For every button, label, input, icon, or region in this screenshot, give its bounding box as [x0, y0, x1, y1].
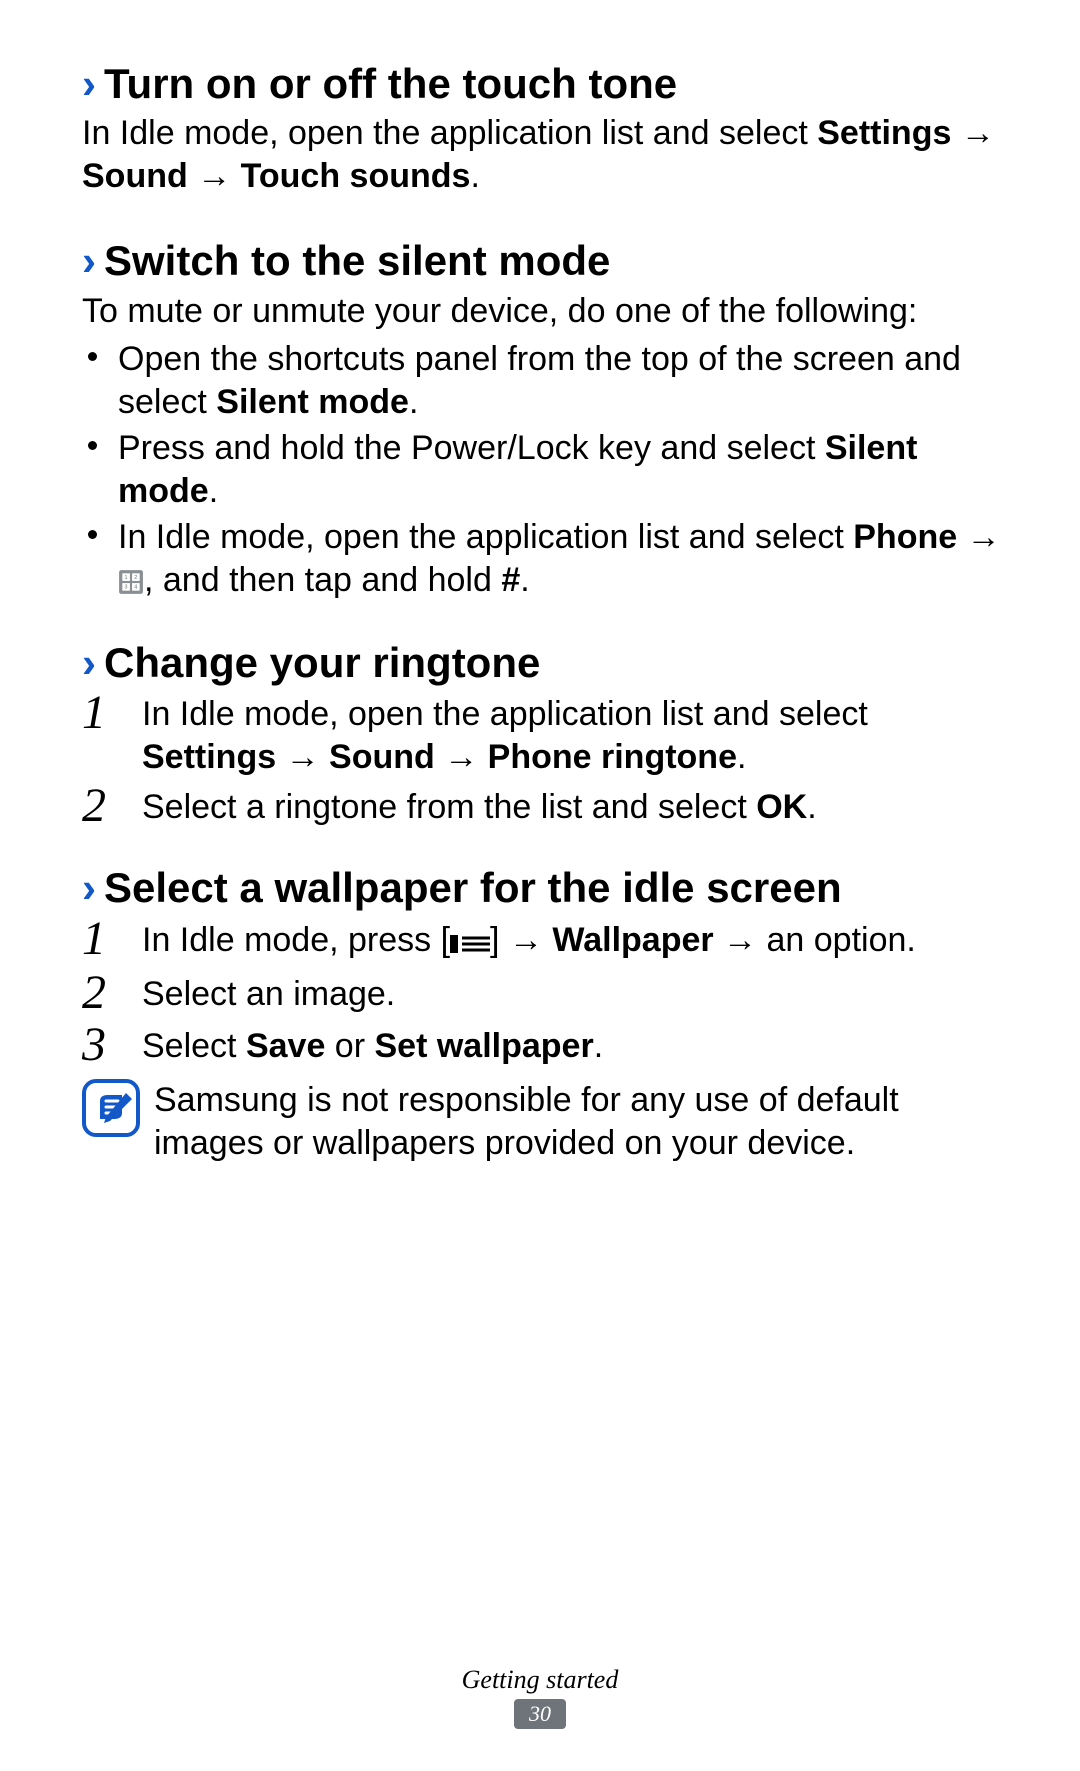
- heading-ringtone: › Change your ringtone: [82, 639, 1010, 687]
- text: Press and hold the Power/Lock key and se…: [118, 429, 825, 467]
- keypad-icon: 1234: [118, 563, 144, 606]
- silent-intro: To mute or unmute your device, do one of…: [82, 290, 1010, 333]
- step-row: 2 Select a ringtone from the list and se…: [82, 786, 1010, 830]
- chevron-right-icon: ›: [82, 867, 96, 909]
- text: .: [470, 157, 479, 195]
- step-row: 2 Select an image.: [82, 973, 1010, 1017]
- text: In Idle mode, open the application list …: [142, 695, 868, 733]
- note-icon: [82, 1079, 140, 1137]
- step-text: In Idle mode, open the application list …: [142, 693, 1010, 778]
- step-row: 1 In Idle mode, open the application lis…: [82, 693, 1010, 778]
- page-number-badge: 30: [514, 1699, 566, 1729]
- bullet-icon: [88, 441, 97, 450]
- heading-title: Switch to the silent mode: [104, 237, 610, 285]
- step-text: Select an image.: [142, 973, 1010, 1016]
- text-bold: Phone: [853, 518, 957, 556]
- text: →: [957, 518, 1000, 556]
- text-bold: Settings → Sound → Phone ringtone: [142, 738, 737, 776]
- page-footer: Getting started 30: [0, 1665, 1080, 1729]
- note-text: Samsung is not responsible for any use o…: [154, 1079, 1010, 1164]
- note-block: Samsung is not responsible for any use o…: [82, 1079, 1010, 1164]
- text-bold: Silent mode: [216, 383, 409, 421]
- step-number: 2: [82, 782, 142, 830]
- text: ] →: [490, 921, 552, 959]
- bullet-icon: [88, 352, 97, 361]
- text: .: [209, 472, 218, 510]
- text: .: [594, 1027, 603, 1065]
- step-text: Select a ringtone from the list and sele…: [142, 786, 1010, 829]
- step-number: 1: [82, 915, 142, 963]
- step-number: 2: [82, 969, 142, 1017]
- silent-bullets: Open the shortcuts panel from the top of…: [82, 338, 1010, 605]
- text: , and then tap and hold: [144, 561, 501, 599]
- heading-silent: › Switch to the silent mode: [82, 237, 1010, 285]
- bullet-icon: [88, 530, 97, 539]
- manual-page: › Turn on or off the touch tone In Idle …: [0, 0, 1080, 1771]
- text: Select a ringtone from the list and sele…: [142, 788, 756, 826]
- svg-text:4: 4: [134, 584, 137, 590]
- text: Select: [142, 1027, 246, 1065]
- text: .: [520, 561, 529, 599]
- heading-title: Select a wallpaper for the idle screen: [104, 864, 842, 912]
- wallpaper-steps: 1 In Idle mode, press [] → Wallpaper → a…: [82, 919, 1010, 1070]
- text: In Idle mode, press [: [142, 921, 450, 959]
- heading-title: Change your ringtone: [104, 639, 540, 687]
- list-item: Press and hold the Power/Lock key and se…: [82, 427, 1010, 512]
- text-bold: Save: [246, 1027, 325, 1065]
- text: .: [807, 788, 816, 826]
- heading-wallpaper: › Select a wallpaper for the idle screen: [82, 864, 1010, 912]
- list-item: Open the shortcuts panel from the top of…: [82, 338, 1010, 423]
- text-bold: #: [501, 561, 520, 599]
- text-bold: Wallpaper: [552, 921, 713, 959]
- svg-text:2: 2: [134, 574, 137, 580]
- chevron-right-icon: ›: [82, 642, 96, 684]
- step-number: 3: [82, 1021, 142, 1069]
- text: .: [737, 738, 746, 776]
- chevron-right-icon: ›: [82, 240, 96, 282]
- text: or: [325, 1027, 374, 1065]
- step-text: Select Save or Set wallpaper.: [142, 1025, 1010, 1068]
- text: In Idle mode, open the application list …: [118, 518, 853, 556]
- text-bold: OK: [756, 788, 807, 826]
- svg-text:3: 3: [125, 584, 128, 590]
- heading-title: Turn on or off the touch tone: [104, 60, 677, 108]
- text-bold: Set wallpaper: [374, 1027, 593, 1065]
- step-row: 1 In Idle mode, press [] → Wallpaper → a…: [82, 919, 1010, 966]
- step-row: 3 Select Save or Set wallpaper.: [82, 1025, 1010, 1069]
- text: In Idle mode, open the application list …: [82, 114, 817, 152]
- heading-touch-tone: › Turn on or off the touch tone: [82, 60, 1010, 108]
- chevron-right-icon: ›: [82, 63, 96, 105]
- ringtone-steps: 1 In Idle mode, open the application lis…: [82, 693, 1010, 830]
- svg-text:1: 1: [125, 574, 128, 580]
- text: → an option.: [714, 921, 916, 959]
- list-item: In Idle mode, open the application list …: [82, 516, 1010, 605]
- footer-section-label: Getting started: [0, 1665, 1080, 1695]
- step-text: In Idle mode, press [ ] → Wallpaper → an …: [142, 919, 1010, 966]
- step-number: 1: [82, 689, 142, 737]
- text: .: [409, 383, 418, 421]
- menu-icon: [450, 923, 490, 966]
- touch-tone-body: In Idle mode, open the application list …: [82, 112, 1010, 197]
